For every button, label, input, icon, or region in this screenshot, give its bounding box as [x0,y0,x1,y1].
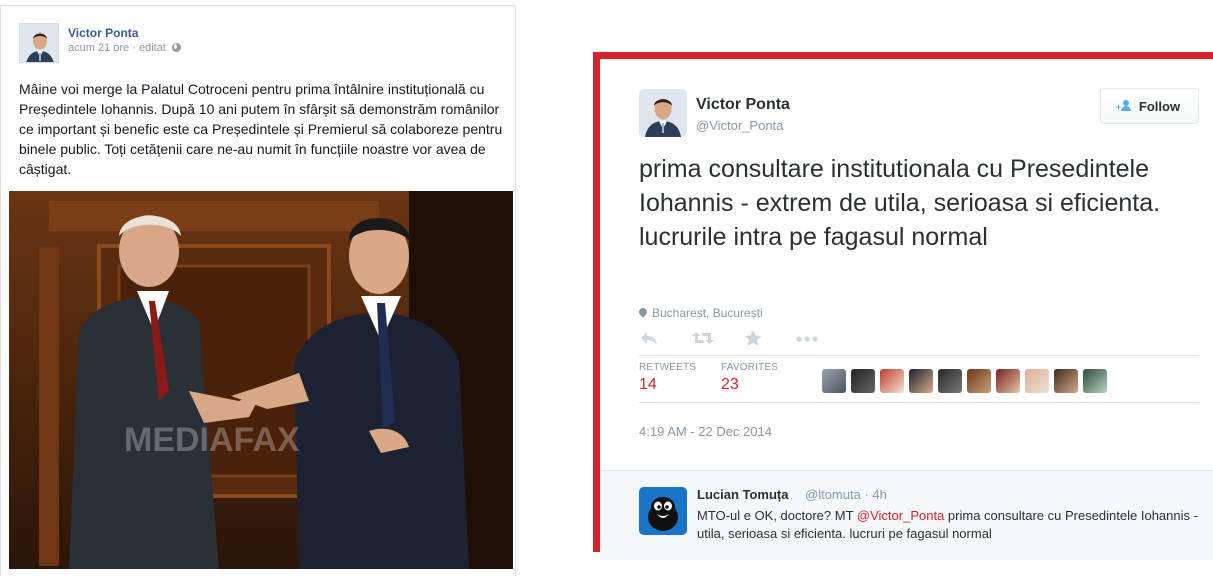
favoriter-avatar[interactable] [851,369,875,393]
facebook-post: Victor Ponta acum 21 ore · editat Mâine … [0,5,516,576]
follow-button[interactable]: + Follow [1100,88,1199,124]
tweet-actions [639,329,847,351]
avatar[interactable] [639,89,687,137]
meta-separator: · [132,42,136,54]
follow-label: Follow [1138,98,1181,114]
favoriter-avatar[interactable] [909,369,933,393]
tweet-text: prima consultare institutionala cu Prese… [639,155,1161,251]
favoriter-avatar[interactable] [822,369,846,393]
follow-person-icon: + [1116,100,1133,112]
favoriter-avatar[interactable] [967,369,991,393]
author-name[interactable]: Victor Ponta [68,26,138,40]
photo-watermark: MEDIAFAX [124,421,300,459]
edited-label[interactable]: editat [139,42,166,54]
divider [639,402,1199,403]
favoriter-avatar[interactable] [1083,369,1107,393]
twitter-card: Victor Ponta @Victor_Ponta + Follow prim… [593,52,1213,560]
reply-time[interactable]: 4h [872,487,886,502]
retweets-count[interactable]: 14 [639,376,657,394]
favoriter-avatar[interactable] [996,369,1020,393]
reply-author-name[interactable]: Lucian Tomuța [697,487,788,502]
author-handle[interactable]: @Victor_Ponta [696,118,783,133]
location-pin-icon [639,308,647,318]
favoriter-avatar[interactable] [1025,369,1049,393]
reply-separator: · [864,487,869,502]
post-meta: acum 21 ore · editat [68,42,181,54]
location-text: Bucharest, București [652,306,763,320]
reply-tweet[interactable]: Lucian Tomuța @ltomuta · 4h MTO-ul e OK,… [600,470,1213,560]
reply-text: MTO-ul e OK, doctore? MT @Victor_Ponta p… [697,507,1213,543]
divider [639,355,1199,356]
favoriter-avatar[interactable] [938,369,962,393]
favorites-label[interactable]: FAVORITES [721,362,778,373]
tweet-timestamp[interactable]: 4:19 AM - 22 Dec 2014 [639,424,772,439]
post-time[interactable]: acum 21 ore [68,42,129,54]
reply-author-meta: @ltomuta · 4h [805,487,887,502]
retweet-icon[interactable] [691,329,743,351]
author-name[interactable]: Victor Ponta [696,96,790,114]
favoriters-avatars [822,369,1107,393]
favorite-icon[interactable] [743,329,795,351]
avatar[interactable] [639,487,687,535]
avatar[interactable] [19,23,59,63]
favoriter-avatar[interactable] [880,369,904,393]
favoriter-avatar[interactable] [1054,369,1078,393]
tweet-location[interactable]: Bucharest, București [639,306,763,320]
globe-icon[interactable] [171,43,181,52]
more-icon[interactable] [795,329,847,351]
reply-icon[interactable] [639,329,691,351]
reply-mention-link[interactable]: @Victor_Ponta [857,508,944,523]
reply-text-before: MTO-ul e OK, doctore? MT [697,508,857,523]
post-photo[interactable]: MEDIAFAX [9,191,513,569]
reply-author-handle[interactable]: @ltomuta [805,487,861,502]
post-text: Mâine voi merge la Palatul Cotroceni pen… [19,81,503,177]
favorites-count[interactable]: 23 [721,376,739,394]
retweets-label[interactable]: RETWEETS [639,362,696,373]
